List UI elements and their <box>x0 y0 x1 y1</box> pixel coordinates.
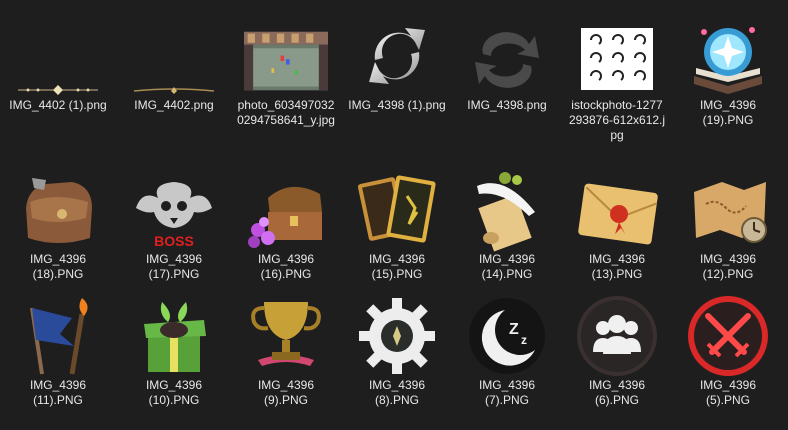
sealed-envelope-icon <box>575 168 659 252</box>
boss-skull-icon: BOSS <box>132 168 216 252</box>
file-name: IMG_4396 (6).PNG <box>588 378 646 407</box>
file-name: IMG_4396 (15).PNG <box>368 252 426 281</box>
file-item[interactable]: IMG_4396 (10).PNG <box>118 290 230 430</box>
svg-text:z: z <box>521 333 527 347</box>
refresh-arrows-gray-icon <box>465 14 549 98</box>
file-item[interactable]: IMG_4398 (1).png <box>341 10 453 150</box>
svg-text:BOSS: BOSS <box>154 233 194 249</box>
file-item[interactable]: Z z IMG_4396 (7).PNG <box>451 290 563 430</box>
file-item[interactable]: IMG_4396 (9).PNG <box>230 290 342 430</box>
file-item[interactable]: istockphoto-1277 293876-612x612.j pg <box>561 10 673 150</box>
file-item[interactable]: IMG_4396 (14).PNG <box>451 164 563 304</box>
file-name: photo_603497032 0294758641_y.jpg <box>237 98 335 127</box>
treasure-map-icon <box>686 168 770 252</box>
file-name: IMG_4396 (8).PNG <box>368 378 426 407</box>
file-name: IMG_4396 (11).PNG <box>29 378 87 407</box>
dotted-divider-line-icon <box>16 14 100 98</box>
file-item[interactable]: IMG_4402 (1).png <box>2 10 114 150</box>
file-item[interactable]: IMG_4396 (5).PNG <box>672 290 784 430</box>
file-item[interactable]: IMG_4396 (8).PNG <box>341 290 453 430</box>
file-item[interactable]: IMG_4396 (18).PNG <box>2 164 114 304</box>
file-name: istockphoto-1277 293876-612x612.j pg <box>568 98 666 142</box>
pixel-game-screenshot-icon <box>244 14 328 98</box>
cards-icon <box>355 168 439 252</box>
file-item[interactable]: IMG_4396 (19).PNG <box>672 10 784 150</box>
file-item[interactable]: IMG_4396 (11).PNG <box>2 290 114 430</box>
file-grid: IMG_4402 (1).png IMG_4402.png photo_6034… <box>0 0 788 415</box>
file-name: IMG_4396 (10).PNG <box>145 378 203 407</box>
file-item[interactable]: IMG_4398.png <box>451 10 563 150</box>
svg-text:Z: Z <box>509 321 519 338</box>
flag-torch-icon <box>16 294 100 378</box>
file-name: IMG_4396 (19).PNG <box>699 98 757 127</box>
scroll-quill-icon <box>465 168 549 252</box>
file-name: IMG_4396 (5).PNG <box>699 378 757 407</box>
file-item[interactable]: IMG_4396 (16).PNG <box>230 164 342 304</box>
gear-icon <box>355 294 439 378</box>
file-name: IMG_4396 (13).PNG <box>588 252 646 281</box>
refresh-arrows-grid-icon <box>575 14 659 98</box>
file-name: IMG_4396 (14).PNG <box>478 252 536 281</box>
file-item[interactable]: BOSS IMG_4396 (17).PNG <box>118 164 230 304</box>
file-item[interactable]: photo_603497032 0294758641_y.jpg <box>230 10 342 150</box>
file-item[interactable]: IMG_4396 (15).PNG <box>341 164 453 304</box>
crossed-swords-icon <box>686 294 770 378</box>
gift-box-icon <box>132 294 216 378</box>
file-name: IMG_4402 (1).png <box>9 98 107 112</box>
group-users-icon <box>575 294 659 378</box>
file-name: IMG_4396 (17).PNG <box>145 252 203 281</box>
file-name: IMG_4398 (1).png <box>348 98 446 112</box>
file-item[interactable]: IMG_4402.png <box>118 10 230 150</box>
file-name: IMG_4396 (16).PNG <box>257 252 315 281</box>
file-name: IMG_4396 (12).PNG <box>699 252 757 281</box>
file-name: IMG_4396 (9).PNG <box>257 378 315 407</box>
magic-book-icon <box>686 14 770 98</box>
file-name: IMG_4396 (18).PNG <box>29 252 87 281</box>
file-item[interactable]: IMG_4396 (12).PNG <box>672 164 784 304</box>
file-name: IMG_4396 (7).PNG <box>478 378 536 407</box>
leather-bag-icon <box>16 168 100 252</box>
gold-divider-line-icon <box>132 14 216 98</box>
file-item[interactable]: IMG_4396 (13).PNG <box>561 164 673 304</box>
file-name: IMG_4402.png <box>134 98 214 112</box>
trophy-icon <box>244 294 328 378</box>
file-name: IMG_4398.png <box>467 98 547 112</box>
treasure-chest-icon <box>244 168 328 252</box>
file-item[interactable]: IMG_4396 (6).PNG <box>561 290 673 430</box>
moon-sleep-icon: Z z <box>465 294 549 378</box>
refresh-arrows-silver-icon <box>355 14 439 98</box>
